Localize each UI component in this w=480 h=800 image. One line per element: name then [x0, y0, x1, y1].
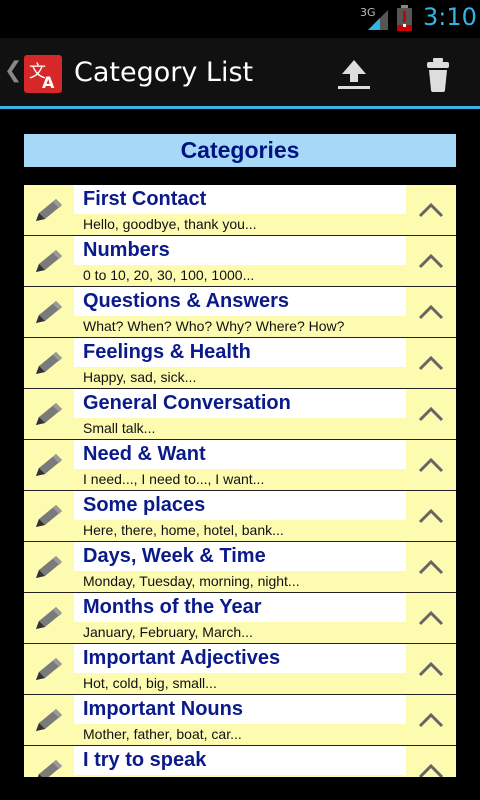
edit-button[interactable] [24, 593, 74, 643]
category-text[interactable]: Important Nouns Mother, father, boat, car… [74, 695, 406, 745]
category-title: General Conversation [83, 392, 291, 414]
move-up-button[interactable] [406, 644, 456, 694]
category-description: Small talk... [74, 418, 406, 439]
action-bar: ❮ 文 A Category List [0, 38, 480, 106]
category-title: Some places [83, 494, 206, 516]
upload-button[interactable] [330, 52, 378, 96]
category-text[interactable]: Questions & Answers What? When? Who? Why?… [74, 287, 406, 337]
move-up-button[interactable] [406, 491, 456, 541]
category-text[interactable]: Days, Week & Time Monday, Tuesday, mornin… [74, 542, 406, 592]
category-description [74, 775, 406, 777]
category-text[interactable]: Need & Want I need..., I need to..., I wa… [74, 440, 406, 490]
battery-alert-icon [397, 5, 412, 31]
signal-icon [368, 10, 388, 30]
move-up-button[interactable] [406, 389, 456, 439]
list-item[interactable]: Days, Week & Time Monday, Tuesday, mornin… [24, 542, 456, 593]
category-text[interactable]: Some places Here, there, home, hotel, ban… [74, 491, 406, 541]
list-item[interactable]: Questions & Answers What? When? Who? Why?… [24, 287, 456, 338]
category-description: 0 to 10, 20, 30, 100, 1000... [74, 265, 406, 286]
move-up-button[interactable] [406, 440, 456, 490]
category-title: Need & Want [83, 443, 206, 465]
category-text[interactable]: Numbers 0 to 10, 20, 30, 100, 1000... [74, 236, 406, 286]
move-up-button[interactable] [406, 746, 456, 777]
list-item[interactable]: First Contact Hello, goodbye, thank you..… [24, 185, 456, 236]
edit-button[interactable] [24, 542, 74, 592]
edit-button[interactable] [24, 746, 74, 777]
status-bar: 3G 3:10 [0, 0, 480, 38]
edit-button[interactable] [24, 338, 74, 388]
category-title: Important Adjectives [83, 647, 281, 669]
category-description: Happy, sad, sick... [74, 367, 406, 388]
category-description: What? When? Who? Why? Where? How? [74, 316, 406, 337]
move-up-button[interactable] [406, 236, 456, 286]
page-title: Category List [74, 57, 254, 88]
category-description: January, February, March... [74, 622, 406, 643]
category-text[interactable]: Important Adjectives Hot, cold, big, smal… [74, 644, 406, 694]
category-title: I try to speak [83, 749, 207, 771]
category-text[interactable]: General Conversation Small talk... [74, 389, 406, 439]
category-title: Months of the Year [83, 596, 262, 618]
category-title: Feelings & Health [83, 341, 251, 363]
edit-button[interactable] [24, 287, 74, 337]
edit-button[interactable] [24, 491, 74, 541]
action-bar-divider [0, 106, 480, 109]
move-up-button[interactable] [406, 542, 456, 592]
category-text[interactable]: Feelings & Health Happy, sad, sick... [74, 338, 406, 388]
categories-header: Categories [24, 134, 456, 167]
trash-icon [427, 58, 449, 92]
category-list[interactable]: First Contact Hello, goodbye, thank you..… [24, 185, 456, 777]
edit-button[interactable] [24, 185, 74, 235]
category-text[interactable]: First Contact Hello, goodbye, thank you..… [74, 185, 406, 235]
upload-icon [338, 60, 370, 89]
translate-icon[interactable]: 文 A [24, 55, 62, 93]
list-item[interactable]: Important Nouns Mother, father, boat, car… [24, 695, 456, 746]
move-up-button[interactable] [406, 338, 456, 388]
move-up-button[interactable] [406, 593, 456, 643]
list-item[interactable]: General Conversation Small talk... [24, 389, 456, 440]
svg-text:A: A [42, 73, 55, 92]
edit-button[interactable] [24, 236, 74, 286]
categories-title: Categories [180, 137, 300, 163]
delete-button[interactable] [414, 50, 462, 98]
list-item[interactable]: Months of the Year January, February, Mar… [24, 593, 456, 644]
list-item[interactable]: Important Adjectives Hot, cold, big, smal… [24, 644, 456, 695]
category-description: Mother, father, boat, car... [74, 724, 406, 745]
category-description: Hot, cold, big, small... [74, 673, 406, 694]
list-item[interactable]: Need & Want I need..., I need to..., I wa… [24, 440, 456, 491]
list-item[interactable]: Numbers 0 to 10, 20, 30, 100, 1000... [24, 236, 456, 287]
category-title: First Contact [83, 188, 207, 210]
move-up-button[interactable] [406, 695, 456, 745]
edit-button[interactable] [24, 644, 74, 694]
up-navigation-icon[interactable]: ❮ [4, 58, 22, 83]
category-title: Important Nouns [83, 698, 243, 720]
category-text[interactable]: Months of the Year January, February, Mar… [74, 593, 406, 643]
edit-button[interactable] [24, 695, 74, 745]
move-up-button[interactable] [406, 185, 456, 235]
category-description: Hello, goodbye, thank you... [74, 214, 406, 235]
category-title: Questions & Answers [83, 290, 289, 312]
category-description: Monday, Tuesday, morning, night... [74, 571, 406, 592]
clock: 3:10 [423, 3, 477, 31]
category-description: Here, there, home, hotel, bank... [74, 520, 406, 541]
category-text[interactable]: I try to speak [74, 746, 406, 777]
list-item[interactable]: Some places Here, there, home, hotel, ban… [24, 491, 456, 542]
list-item[interactable]: I try to speak [24, 746, 456, 777]
list-item[interactable]: Feelings & Health Happy, sad, sick... [24, 338, 456, 389]
category-description: I need..., I need to..., I want... [74, 469, 406, 490]
category-title: Numbers [83, 239, 170, 261]
edit-button[interactable] [24, 389, 74, 439]
edit-button[interactable] [24, 440, 74, 490]
category-title: Days, Week & Time [83, 545, 266, 567]
move-up-button[interactable] [406, 287, 456, 337]
